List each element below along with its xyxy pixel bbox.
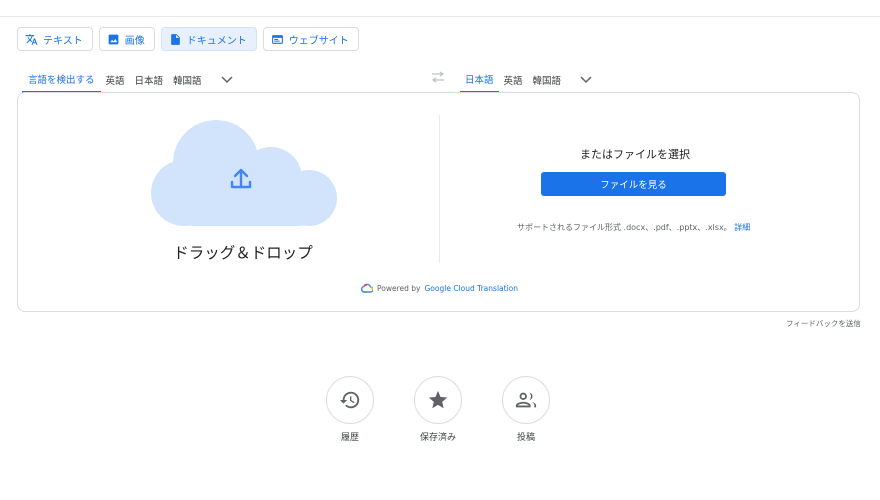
upload-cloud-icon[interactable]	[151, 113, 337, 228]
supported-formats-label: サポートされるファイル形式 .docx、.pdf、.pptx、.xlsx。	[517, 223, 732, 232]
source-lang-japanese[interactable]: 日本語	[130, 66, 169, 93]
powered-by-prefix: Powered by	[377, 283, 421, 293]
tab-document[interactable]: ドキュメント	[160, 27, 257, 51]
history-label: 履歴	[340, 433, 359, 443]
tab-text[interactable]: テキスト	[17, 27, 93, 51]
contribute-label: 投稿	[516, 433, 535, 443]
tab-website-label: ウェブサイト	[288, 35, 349, 47]
browse-files-button[interactable]: ファイルを見る	[541, 172, 726, 196]
target-lang-english[interactable]: 英語	[499, 66, 528, 93]
history-action: 履歴	[315, 376, 385, 443]
swap-languages-icon[interactable]	[429, 71, 447, 83]
supported-formats-text: サポートされるファイル形式 .docx、.pdf、.pptx、.xlsx。 詳細	[517, 222, 750, 233]
document-upload-card: ドラッグ＆ドロップ またはファイルを選択 ファイルを見る サポートされるファイル…	[17, 92, 860, 312]
contribute-action: 投稿	[491, 376, 561, 443]
target-lang-japanese[interactable]: 日本語	[460, 66, 499, 93]
document-icon	[169, 33, 182, 46]
mode-tabs: テキスト 画像 ドキュメント ウェブサイト	[17, 27, 359, 51]
drag-and-drop-label: ドラッグ＆ドロップ	[173, 244, 313, 262]
tab-document-label: ドキュメント	[186, 35, 247, 47]
google-cloud-icon	[361, 283, 373, 293]
tab-text-label: テキスト	[43, 35, 83, 47]
chevron-down-icon	[221, 75, 233, 83]
history-icon	[339, 391, 360, 409]
powered-by-brand[interactable]: Google Cloud Translation	[424, 284, 518, 293]
star-icon	[428, 390, 448, 409]
source-lang-english[interactable]: 英語	[101, 66, 130, 93]
tab-image-label: 画像	[124, 35, 145, 47]
saved-action: 保存済み	[403, 376, 473, 443]
image-icon	[107, 33, 120, 46]
powered-by: Powered by Google Cloud Translation	[361, 283, 518, 293]
target-lang-korean[interactable]: 韓国語	[528, 66, 567, 93]
target-language-bar: 日本語 英語 韓国語	[460, 66, 596, 93]
source-language-bar: 言語を検出する 英語 日本語 韓国語	[22, 66, 237, 93]
source-lang-detect[interactable]: 言語を検出する	[22, 66, 101, 93]
history-button[interactable]	[326, 376, 374, 424]
tab-image[interactable]: 画像	[98, 27, 155, 51]
learn-more-link[interactable]: 詳細	[734, 223, 750, 232]
tab-website[interactable]: ウェブサイト	[262, 27, 359, 51]
translate-icon	[25, 33, 38, 46]
source-lang-korean[interactable]: 韓国語	[168, 66, 207, 93]
chevron-down-icon	[580, 75, 592, 83]
source-more-languages-button[interactable]	[217, 66, 237, 93]
card-divider	[439, 115, 440, 263]
send-feedback-link[interactable]: フィードバックを送信	[786, 318, 861, 329]
saved-button[interactable]	[414, 376, 462, 424]
choose-file-label: またはファイルを選択	[580, 148, 690, 161]
contribute-button[interactable]	[502, 376, 550, 424]
target-more-languages-button[interactable]	[576, 66, 596, 93]
saved-label: 保存済み	[419, 433, 456, 443]
website-icon	[271, 33, 284, 46]
community-icon	[515, 392, 537, 408]
header-divider	[0, 16, 880, 17]
